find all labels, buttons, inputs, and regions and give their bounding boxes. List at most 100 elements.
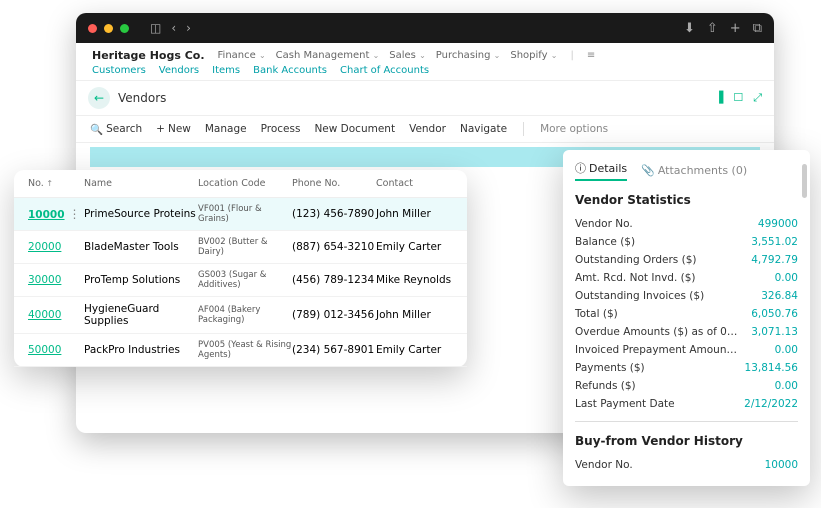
details-panel: ⓘDetails 📎Attachments (0) Vendor Statist… bbox=[563, 150, 810, 486]
tab-attachments[interactable]: 📎Attachments (0) bbox=[641, 164, 747, 177]
link-items[interactable]: Items bbox=[212, 65, 240, 76]
expand-icon[interactable]: ⤢ bbox=[753, 91, 762, 105]
stat-row: Invoiced Prepayment Amoun… 0.00 bbox=[575, 341, 798, 359]
stat-value[interactable]: 3,551.02 bbox=[751, 236, 798, 248]
menu-sales[interactable]: Sales ⌄ bbox=[389, 50, 426, 61]
back-button[interactable]: ← bbox=[88, 87, 110, 109]
link-chart-of-accounts[interactable]: Chart of Accounts bbox=[340, 65, 429, 76]
row-menu-icon[interactable]: ⋮ bbox=[69, 207, 81, 221]
table-row[interactable]: 50000PackPro IndustriesPV005 (Yeast & Ri… bbox=[14, 334, 467, 367]
stat-value[interactable]: 13,814.56 bbox=[745, 362, 798, 374]
vendor-button[interactable]: Vendor bbox=[409, 123, 446, 135]
info-icon: ⓘ bbox=[575, 162, 586, 175]
manage-button[interactable]: Manage bbox=[205, 123, 247, 135]
vendor-stats-heading: Vendor Statistics bbox=[575, 193, 798, 207]
navigate-button[interactable]: Navigate bbox=[460, 123, 507, 135]
stat-value[interactable]: 326.84 bbox=[761, 290, 798, 302]
vendor-name: HygieneGuard Supplies bbox=[84, 303, 198, 327]
vendor-no-link[interactable]: 50000 bbox=[28, 344, 61, 356]
history-value[interactable]: 10000 bbox=[765, 459, 798, 471]
location-code: VF001 (Flour & Grains) bbox=[198, 204, 292, 224]
location-code: AF004 (Bakery Packaging) bbox=[198, 305, 292, 325]
col-no[interactable]: No. bbox=[20, 178, 84, 189]
stat-row: Outstanding Invoices ($)326.84 bbox=[575, 287, 798, 305]
vendor-no-link[interactable]: 30000 bbox=[28, 274, 61, 286]
history-row: Vendor No.10000 bbox=[575, 456, 798, 474]
col-name[interactable]: Name bbox=[84, 178, 198, 189]
process-button[interactable]: Process bbox=[261, 123, 301, 135]
details-tabs: ⓘDetails 📎Attachments (0) bbox=[575, 160, 798, 181]
newdoc-button[interactable]: New Document bbox=[314, 123, 395, 135]
menu-shopify[interactable]: Shopify ⌄ bbox=[510, 50, 557, 61]
table-row[interactable]: 10000 ⋮PrimeSource ProteinsVF001 (Flour &… bbox=[14, 198, 467, 231]
bookmark-icon[interactable]: ▐ bbox=[715, 91, 723, 105]
stat-value[interactable]: 4,792.79 bbox=[751, 254, 798, 266]
min-dot[interactable] bbox=[104, 24, 113, 33]
link-customers[interactable]: Customers bbox=[92, 65, 146, 76]
vendor-name: PackPro Industries bbox=[84, 344, 198, 356]
vendor-name: ProTemp Solutions bbox=[84, 274, 198, 286]
download-icon[interactable]: ⬇ bbox=[684, 21, 695, 36]
stat-label: Balance ($) bbox=[575, 236, 635, 248]
tabs-icon[interactable]: ⧉ bbox=[753, 21, 762, 36]
stat-value[interactable]: 499000 bbox=[758, 218, 798, 230]
new-button[interactable]: +New bbox=[156, 123, 191, 135]
col-phone[interactable]: Phone No. bbox=[292, 178, 376, 189]
stat-value[interactable]: 0.00 bbox=[775, 272, 798, 284]
vendor-no-link[interactable]: 40000 bbox=[28, 309, 61, 321]
link-bank-accounts[interactable]: Bank Accounts bbox=[253, 65, 327, 76]
open-icon[interactable]: ☐ bbox=[733, 91, 743, 105]
max-dot[interactable] bbox=[120, 24, 129, 33]
scrollbar[interactable] bbox=[802, 164, 807, 198]
stat-row: Last Payment Date 2/12/2022 bbox=[575, 395, 798, 413]
menu-purchasing[interactable]: Purchasing ⌄ bbox=[436, 50, 501, 61]
stat-row: Refunds ($) 0.00 bbox=[575, 377, 798, 395]
share-icon[interactable]: ⇧ bbox=[707, 21, 718, 36]
vendor-table-panel: No. Name Location Code Phone No. Contact… bbox=[14, 170, 467, 367]
more-options-button[interactable]: More options bbox=[540, 123, 608, 135]
link-vendors[interactable]: Vendors bbox=[159, 65, 199, 76]
stat-label: Payments ($) bbox=[575, 362, 645, 374]
nav-back-icon[interactable]: ‹ bbox=[171, 21, 176, 35]
company-name[interactable]: Heritage Hogs Co. bbox=[92, 49, 205, 62]
menu-finance[interactable]: Finance ⌄ bbox=[218, 50, 266, 61]
table-header: No. Name Location Code Phone No. Contact bbox=[14, 170, 467, 198]
nav-forward-icon[interactable]: › bbox=[186, 21, 191, 35]
newtab-icon[interactable]: + bbox=[730, 21, 741, 36]
stat-label: Last Payment Date bbox=[575, 398, 675, 410]
col-contact[interactable]: Contact bbox=[376, 178, 456, 189]
sidebar-icon[interactable]: ◫ bbox=[150, 21, 161, 35]
phone: (456) 789-1234 bbox=[292, 274, 376, 286]
vendor-no-link[interactable]: 20000 bbox=[28, 241, 61, 253]
stat-value[interactable]: 0.00 bbox=[775, 344, 798, 356]
stat-value[interactable]: 3,071.13 bbox=[751, 326, 798, 338]
stat-label: Overdue Amounts ($) as of 0… bbox=[575, 326, 737, 338]
table-row[interactable]: 20000BladeMaster ToolsBV002 (Butter & Da… bbox=[14, 231, 467, 264]
close-dot[interactable] bbox=[88, 24, 97, 33]
stat-value[interactable]: 6,050.76 bbox=[751, 308, 798, 320]
menu-cash-management[interactable]: Cash Management ⌄ bbox=[276, 50, 380, 61]
top-nav: Heritage Hogs Co. Finance ⌄ Cash Manageme… bbox=[76, 43, 774, 64]
tab-details[interactable]: ⓘDetails bbox=[575, 160, 627, 181]
stat-value[interactable]: 2/12/2022 bbox=[744, 398, 798, 410]
divider bbox=[575, 421, 798, 422]
stat-row: Total ($) 6,050.76 bbox=[575, 305, 798, 323]
vendor-name: PrimeSource Proteins bbox=[84, 208, 198, 220]
location-code: GS003 (Sugar & Additives) bbox=[198, 270, 292, 290]
table-row[interactable]: 30000 ProTemp SolutionsGS003 (Sugar & Add… bbox=[14, 264, 467, 297]
phone: (887) 654-3210 bbox=[292, 241, 376, 253]
stat-row: Overdue Amounts ($) as of 0… 3,071.13 bbox=[575, 323, 798, 341]
stat-row: Outstanding Orders ($)4,792.79 bbox=[575, 251, 798, 269]
stat-value[interactable]: 0.00 bbox=[775, 380, 798, 392]
attachment-icon: 📎 bbox=[641, 164, 655, 177]
stat-label: Refunds ($) bbox=[575, 380, 636, 392]
vendor-no-link[interactable]: 10000 bbox=[28, 209, 65, 221]
location-code: BV002 (Butter & Dairy) bbox=[198, 237, 292, 257]
toolbar: 🔍Search +New Manage Process New Document… bbox=[76, 116, 774, 143]
menu-icon[interactable]: ≡ bbox=[587, 50, 595, 61]
col-loc[interactable]: Location Code bbox=[198, 178, 292, 189]
search-button[interactable]: 🔍Search bbox=[90, 123, 142, 136]
stat-label: Invoiced Prepayment Amoun… bbox=[575, 344, 737, 356]
table-row[interactable]: 40000 HygieneGuard SuppliesAF004 (Bakery … bbox=[14, 297, 467, 334]
stat-label: Total ($) bbox=[575, 308, 618, 320]
